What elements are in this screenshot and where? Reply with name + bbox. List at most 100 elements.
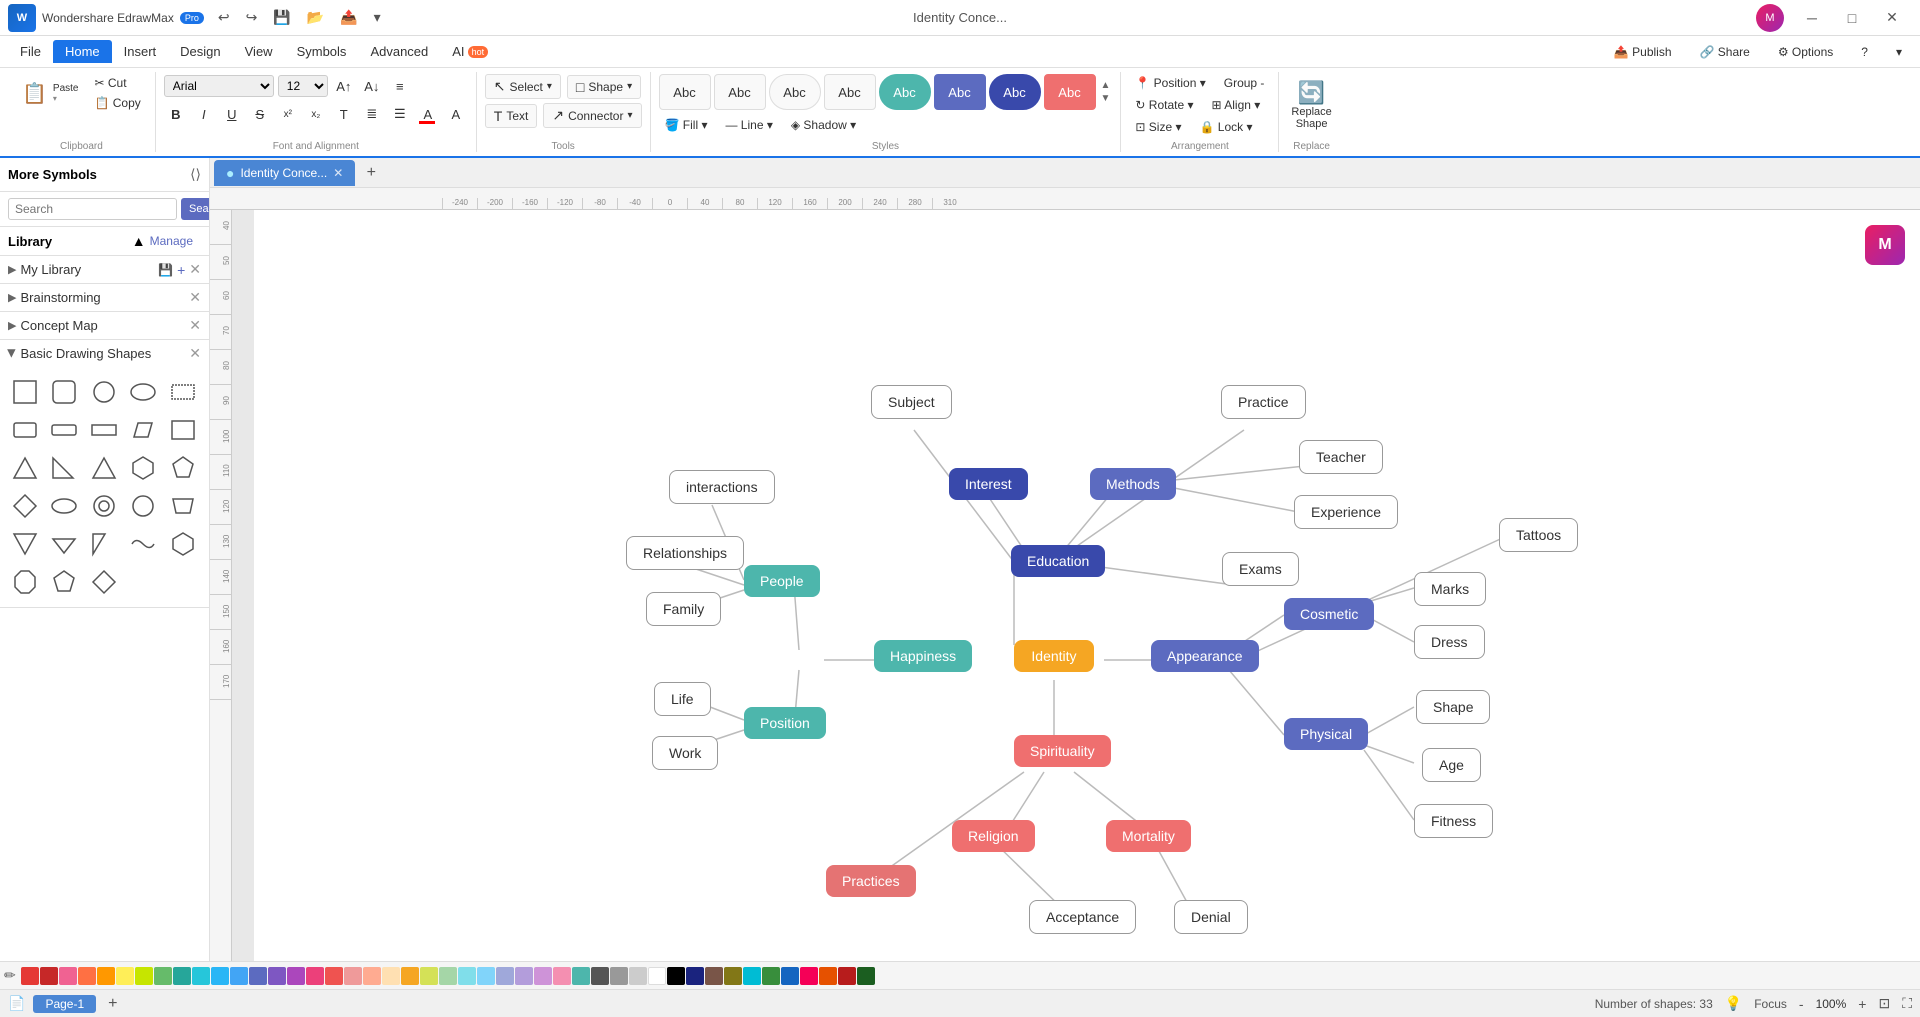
palette-edit-icon[interactable]: ✏ bbox=[4, 967, 16, 984]
share-btn[interactable]: 🔗 Share bbox=[1690, 41, 1760, 63]
page-tab-1[interactable]: Page-1 bbox=[33, 995, 96, 1013]
color-swatch-gray[interactable] bbox=[610, 967, 628, 985]
text-tool-btn[interactable]: T Text bbox=[485, 104, 538, 128]
shape-ring[interactable] bbox=[87, 489, 121, 523]
shape-rounded-rect[interactable] bbox=[47, 375, 81, 409]
replace-shape-btn[interactable]: 🔄 ReplaceShape bbox=[1287, 72, 1335, 138]
minimize-btn[interactable]: ─ bbox=[1792, 4, 1832, 32]
expand-btn[interactable]: ▾ bbox=[1886, 41, 1912, 63]
shape-circle2[interactable] bbox=[126, 489, 160, 523]
color-swatch-pink2[interactable] bbox=[800, 967, 818, 985]
color-swatch-salmon[interactable] bbox=[344, 967, 362, 985]
color-swatch-coral[interactable] bbox=[325, 967, 343, 985]
color-swatch-olive[interactable] bbox=[724, 967, 742, 985]
node-work[interactable]: Work bbox=[652, 736, 718, 770]
italic-btn[interactable]: I bbox=[192, 102, 216, 126]
publish-btn[interactable]: 📤 Publish bbox=[1604, 41, 1682, 63]
color-swatch-orange2[interactable] bbox=[819, 967, 837, 985]
abc-style-1[interactable]: Abc bbox=[659, 74, 711, 110]
shape-wide-rect[interactable] bbox=[47, 413, 81, 447]
select-tool-btn[interactable]: ↖ Select ▾ bbox=[485, 74, 561, 99]
cut-btn[interactable]: ✂ Cut bbox=[88, 74, 146, 92]
shape-tool-btn[interactable]: □ Shape ▾ bbox=[567, 75, 641, 99]
color-swatch-mauve[interactable] bbox=[534, 967, 552, 985]
export-btn[interactable]: 📤 bbox=[334, 7, 363, 28]
options-btn[interactable]: ⚙ Options bbox=[1768, 41, 1843, 63]
shape-rect-dot[interactable] bbox=[166, 375, 200, 409]
color-swatch-blue[interactable] bbox=[230, 967, 248, 985]
text-format-btn[interactable]: T bbox=[332, 102, 356, 126]
color-swatch-deepred[interactable] bbox=[838, 967, 856, 985]
shape-ellipse[interactable] bbox=[126, 375, 160, 409]
menu-symbols[interactable]: Symbols bbox=[285, 40, 359, 63]
menu-view[interactable]: View bbox=[233, 40, 285, 63]
color-swatch-teal[interactable] bbox=[173, 967, 191, 985]
shape-hexagon[interactable] bbox=[126, 451, 160, 485]
color-swatch-deepgreen[interactable] bbox=[857, 967, 875, 985]
node-identity[interactable]: Identity bbox=[1014, 640, 1094, 672]
shape-wave[interactable] bbox=[126, 527, 160, 561]
fit-btn[interactable]: ⊡ bbox=[1878, 995, 1890, 1012]
color-swatch-lightgray[interactable] bbox=[629, 967, 647, 985]
node-tattoos[interactable]: Tattoos bbox=[1499, 518, 1578, 552]
color-swatch-amber[interactable] bbox=[97, 967, 115, 985]
node-acceptance[interactable]: Acceptance bbox=[1029, 900, 1136, 934]
color-swatch-red1[interactable] bbox=[21, 967, 39, 985]
node-teacher[interactable]: Teacher bbox=[1299, 440, 1383, 474]
open-btn[interactable]: 📂 bbox=[301, 7, 330, 28]
color-swatch-sand[interactable] bbox=[382, 967, 400, 985]
manage-btn[interactable]: Manage bbox=[150, 234, 193, 248]
color-swatch-orange[interactable] bbox=[78, 967, 96, 985]
search-btn[interactable]: Search bbox=[181, 198, 210, 220]
abc-style-8[interactable]: Abc bbox=[1044, 74, 1096, 110]
brainstorming-header[interactable]: ▶ Brainstorming ✕ bbox=[0, 284, 209, 311]
add-page-btn[interactable]: + bbox=[108, 995, 117, 1013]
shape-pent2[interactable] bbox=[47, 565, 81, 599]
close-btn[interactable]: ✕ bbox=[1872, 4, 1912, 32]
node-family[interactable]: Family bbox=[646, 592, 721, 626]
node-exams[interactable]: Exams bbox=[1222, 552, 1299, 586]
color-swatch-white[interactable] bbox=[648, 967, 666, 985]
list-btn[interactable]: ☰ bbox=[388, 102, 412, 126]
node-relationships[interactable]: Relationships bbox=[626, 536, 744, 570]
color-swatch-aqua[interactable] bbox=[458, 967, 476, 985]
fill-btn[interactable]: 🪣 Fill ▾ bbox=[659, 116, 714, 134]
node-practice[interactable]: Practice bbox=[1221, 385, 1306, 419]
menu-design[interactable]: Design bbox=[168, 40, 232, 63]
shape-circle[interactable] bbox=[87, 375, 121, 409]
color-swatch-cyan2[interactable] bbox=[743, 967, 761, 985]
font-size-select[interactable]: 12 14 16 18 24 bbox=[278, 75, 328, 97]
lock-btn[interactable]: 🔒 Lock ▾ bbox=[1194, 118, 1259, 136]
color-swatch-yellow[interactable] bbox=[116, 967, 134, 985]
node-education[interactable]: Education bbox=[1011, 545, 1105, 577]
zoom-out-btn[interactable]: - bbox=[1799, 996, 1804, 1012]
node-cosmetic[interactable]: Cosmetic bbox=[1284, 598, 1374, 630]
group-btn[interactable]: Group - bbox=[1218, 74, 1271, 92]
shape-diamond[interactable] bbox=[8, 489, 42, 523]
highlight-btn[interactable]: A bbox=[444, 102, 468, 126]
strike-btn[interactable]: S bbox=[248, 102, 272, 126]
styles-scroll-up[interactable]: ▲ ▼ bbox=[1099, 78, 1113, 106]
color-swatch-lime[interactable] bbox=[135, 967, 153, 985]
shape-triangle[interactable] bbox=[8, 451, 42, 485]
shape-right-triangle[interactable] bbox=[47, 451, 81, 485]
user-avatar[interactable]: M bbox=[1756, 4, 1784, 32]
abc-style-6[interactable]: Abc bbox=[934, 74, 986, 110]
node-subject[interactable]: Subject bbox=[871, 385, 952, 419]
page-tab[interactable]: Page-1 bbox=[33, 995, 96, 1013]
menu-file[interactable]: File bbox=[8, 40, 53, 63]
color-swatch-black[interactable] bbox=[667, 967, 685, 985]
node-marks[interactable]: Marks bbox=[1414, 572, 1486, 606]
menu-ai[interactable]: AIhot bbox=[440, 40, 500, 63]
menu-insert[interactable]: Insert bbox=[112, 40, 169, 63]
my-library-close-btn[interactable]: ✕ bbox=[189, 261, 201, 278]
color-swatch-green2[interactable] bbox=[762, 967, 780, 985]
tab-close-btn[interactable]: ✕ bbox=[333, 166, 343, 180]
node-methods[interactable]: Methods bbox=[1090, 468, 1176, 500]
node-shape[interactable]: Shape bbox=[1416, 690, 1490, 724]
abc-style-4[interactable]: Abc bbox=[824, 74, 876, 110]
sidebar-collapse-btn[interactable]: ⟨⟩ bbox=[190, 166, 201, 183]
color-swatch-pink[interactable] bbox=[59, 967, 77, 985]
paste-btn[interactable]: 📋 Paste ▾ bbox=[16, 77, 84, 110]
shape-rect2[interactable] bbox=[166, 413, 200, 447]
